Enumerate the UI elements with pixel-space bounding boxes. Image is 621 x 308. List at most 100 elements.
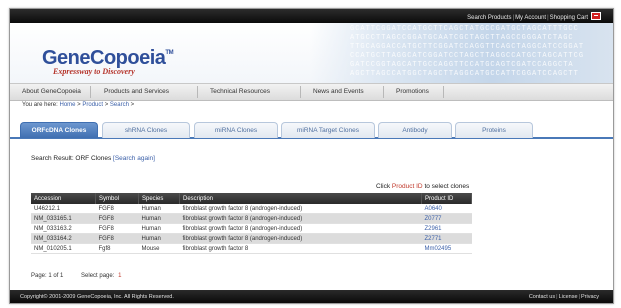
browser-frame: Search Products|My Account|Shopping Cart… (9, 8, 614, 304)
search-products-link[interactable]: Search Products (467, 15, 511, 21)
cell-product-id-link[interactable]: Mm02495 (421, 243, 472, 254)
nav-promotions[interactable]: Promotions (396, 88, 429, 95)
cell-description: fibroblast growth factor 8 (androgen-ind… (179, 204, 422, 214)
nav-technical-resources[interactable]: Technical Resources (210, 88, 270, 95)
breadcrumb: You are here: Home > Product > Search > (22, 102, 134, 108)
cell-symbol: FGF8 (95, 213, 139, 224)
cell-description: fibroblast growth factor 8 (androgen-ind… (179, 223, 422, 234)
cell-species: Human (138, 223, 180, 234)
logo-text: GeneCopoeia (42, 47, 166, 69)
copyright-text: Copyright© 2001-2009 GeneCopoeia, Inc. A… (20, 294, 174, 300)
click-hint: Click Product ID to select clones (376, 183, 469, 190)
cell-accession: NM_033164.2 (31, 233, 96, 244)
dna-line: ATGCCTTAGCCGGATGCAATCGCTAGCTTAGCCGGGATCT… (350, 34, 574, 42)
cell-accession: NM_010205.1 (31, 243, 96, 254)
utility-separator: | (512, 15, 515, 21)
tab-antibody[interactable]: Antibody (378, 122, 452, 138)
breadcrumb-prefix: You are here: (22, 102, 58, 108)
tab-orfcdna-clones[interactable]: ORFcDNA Clones (20, 122, 98, 138)
cell-product-id-link[interactable]: A0640 (421, 204, 472, 214)
cell-product-id-link[interactable]: Z2961 (421, 223, 472, 234)
cell-description: fibroblast growth factor 8 (179, 243, 422, 254)
cell-species: Human (138, 204, 180, 214)
click-hint-product-id: Product ID (391, 183, 423, 190)
dna-line: AGCTTAGCCATGGCTAGCTTAGGCATGCCATTCGGATCCA… (350, 70, 579, 78)
breadcrumb-home[interactable]: Home (59, 102, 75, 108)
dna-line: TTGCAGGACCATGCTTCGGATCCAGGTTCAGCTAGGCATC… (350, 43, 585, 51)
cell-symbol: Fgf8 (95, 243, 139, 254)
footer-separator: | (556, 294, 558, 300)
nav-divider (383, 86, 384, 98)
page-count: Page: 1 of 1 (31, 273, 64, 279)
cell-product-id-link[interactable]: Z2771 (421, 233, 472, 244)
cell-accession: NM_033163.2 (31, 223, 96, 234)
table-header-row: Accession Symbol Species Description Pro… (31, 193, 472, 204)
cell-symbol: FGF8 (95, 223, 139, 234)
cell-accession: NM_033165.1 (31, 213, 96, 224)
search-result-title: Search Result: ORF Clones [Search again] (31, 155, 155, 162)
privacy-link[interactable]: Privacy (581, 294, 599, 300)
nav-divider (443, 86, 444, 98)
results-table: Accession Symbol Species Description Pro… (31, 193, 472, 254)
cart-icon[interactable] (591, 12, 601, 20)
utility-separator: | (547, 15, 549, 21)
breadcrumb-product[interactable]: Product (82, 102, 103, 108)
footer-links: Contact us|License|Privacy (529, 294, 599, 300)
breadcrumb-separator: > (130, 102, 135, 108)
breadcrumb-separator: > (77, 102, 81, 108)
cell-description: fibroblast growth factor 8 (androgen-ind… (179, 213, 422, 224)
tab-mirna-target-clones[interactable]: miRNA Target Clones (281, 122, 375, 138)
nav-divider (197, 86, 198, 98)
table-row: NM_010205.1 Fgf8 Mouse fibroblast growth… (31, 243, 472, 254)
cell-accession: U46212.1 (31, 204, 96, 214)
my-account-link[interactable]: My Account (515, 15, 546, 21)
site-header: GCATTCGGATCCATGCTTCAGCTATGCCGATGCTAGCATT… (10, 23, 613, 83)
dna-line: CCATGCTTAGGCATCGGATCCTAGCTTAGGCCATGCTAGC… (350, 52, 585, 60)
cell-symbol: FGF8 (95, 233, 139, 244)
breadcrumb-separator: > (104, 102, 109, 108)
cell-species: Human (138, 213, 180, 224)
dna-banner: GCATTCGGATCCATGCTTCAGCTATGCCGATGCTAGCATT… (310, 23, 613, 83)
cell-symbol: FGF8 (95, 204, 139, 214)
search-again-link[interactable]: [Search again] (113, 155, 155, 162)
cell-product-id-link[interactable]: Z0777 (421, 213, 472, 224)
shopping-cart-link[interactable]: Shopping Cart (550, 15, 588, 21)
table-row: U46212.1 FGF8 Human fibroblast growth fa… (31, 204, 472, 214)
tab-mirna-clones[interactable]: miRNA Clones (194, 122, 278, 138)
dna-line: GCATTCGGATCCATGCTTCAGCTATGCCGATGCTAGCATT… (350, 25, 579, 33)
column-header-product-id: Product ID (421, 193, 472, 204)
cell-description: fibroblast growth factor 8 (androgen-ind… (179, 233, 422, 244)
site-logo[interactable]: GeneCopoeiaTM Expressway to Discovery (42, 43, 174, 76)
column-header-symbol: Symbol (95, 193, 139, 204)
page-link-1[interactable]: 1 (118, 273, 121, 279)
tab-proteins[interactable]: Proteins (455, 122, 533, 138)
dna-line: GATCCGGTAGCATTGCCAGGTTCCATGCAGTCGATCCAGG… (350, 61, 574, 69)
click-hint-after: to select clones (424, 183, 470, 190)
click-hint-before: Click (376, 183, 391, 190)
table-row: NM_033163.2 FGF8 Human fibroblast growth… (31, 223, 472, 234)
product-tabs: ORFcDNA Clones shRNA Clones miRNA Clones… (10, 121, 613, 139)
nav-news-events[interactable]: News and Events (313, 88, 364, 95)
nav-divider (90, 86, 91, 98)
column-header-accession: Accession (31, 193, 96, 204)
main-nav: About GeneCopoeia Products and Services … (10, 83, 613, 101)
table-row: NM_033164.2 FGF8 Human fibroblast growth… (31, 233, 472, 244)
select-page-label: Select page: (81, 273, 115, 279)
footer-separator: | (578, 294, 580, 300)
pager: Page: 1 of 1 Select page: 1 (31, 273, 121, 279)
tab-shrna-clones[interactable]: shRNA Clones (102, 122, 190, 138)
breadcrumb-search[interactable]: Search (110, 102, 129, 108)
nav-about[interactable]: About GeneCopoeia (22, 88, 81, 95)
cell-species: Human (138, 233, 180, 244)
cell-species: Mouse (138, 243, 180, 254)
search-result-label: Search Result: ORF Clones (31, 155, 112, 162)
site-footer: Copyright© 2001-2009 GeneCopoeia, Inc. A… (10, 290, 613, 303)
logo-trademark: TM (165, 50, 174, 56)
nav-products[interactable]: Products and Services (104, 88, 169, 95)
contact-us-link[interactable]: Contact us (529, 294, 555, 300)
column-header-species: Species (138, 193, 180, 204)
nav-divider (300, 86, 301, 98)
column-header-description: Description (179, 193, 422, 204)
license-link[interactable]: License (559, 294, 578, 300)
table-row: NM_033165.1 FGF8 Human fibroblast growth… (31, 213, 472, 224)
